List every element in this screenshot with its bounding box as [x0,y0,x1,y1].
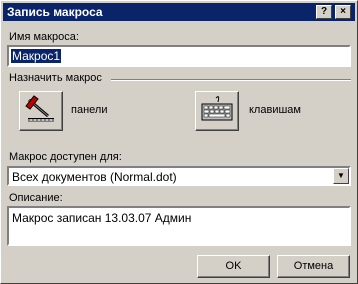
store-in-label: Макрос доступен для: [9,151,122,163]
macro-name-input[interactable]: Макрос1 [7,45,351,67]
store-in-dropdown[interactable]: Всех документов (Normal.dot) ▼ [7,166,351,186]
cancel-button[interactable]: Отмена [277,255,350,278]
description-value: Макрос записан 13.03.07 Админ [12,211,192,225]
dropdown-arrow-icon[interactable]: ▼ [333,168,349,184]
store-in-value: Всех документов (Normal.dot) [12,170,177,184]
assign-to-keyboard-button[interactable] [195,91,239,131]
description-textarea[interactable]: Макрос записан 13.03.07 Админ [7,206,351,246]
help-button[interactable]: ? [316,5,332,19]
title-bar: Запись макроса ? × [3,3,355,21]
keyboard-label: клавишам [249,104,301,116]
assign-to-toolbars-button[interactable] [19,91,63,131]
macro-name-value: Макрос1 [11,49,62,63]
keyboard-icon [201,96,233,121]
dialog-title: Запись макроса [7,5,103,19]
macro-name-label: Имя макроса: [9,31,79,43]
assign-macro-divider [111,79,351,81]
description-label: Описание: [9,192,63,204]
close-button[interactable]: × [335,5,351,19]
record-macro-dialog: Запись макроса ? × Имя макроса: Макрос1 … [0,0,358,284]
toolbars-label: панели [71,104,108,116]
ok-button[interactable]: OK [197,255,270,278]
assign-macro-group-label: Назначить макрос [9,72,102,84]
hammer-toolbar-icon [25,95,54,122]
